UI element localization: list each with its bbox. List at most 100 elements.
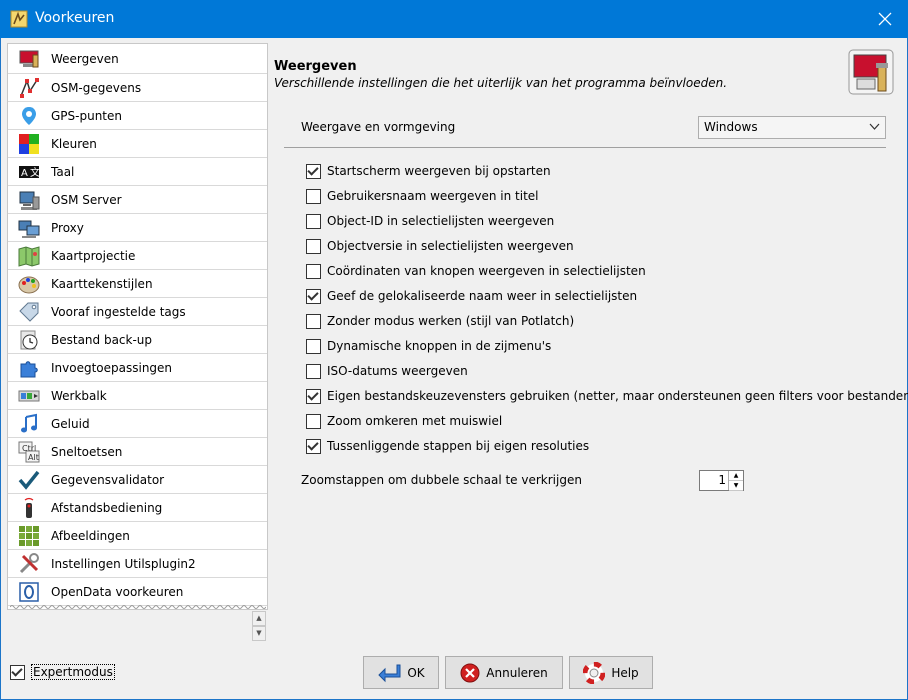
title-bar: Voorkeuren	[0, 0, 908, 38]
sidebar-item-kaarttekenstijlen[interactable]: Kaarttekenstijlen	[8, 270, 267, 298]
checkbox-zonder-modus[interactable]: Zonder modus werken (stijl van Potlatch)	[306, 311, 574, 331]
sidebar-item-label: Afbeeldingen	[51, 528, 130, 543]
remote-control-icon	[17, 496, 41, 520]
spinner-down-button[interactable]: ▼	[729, 481, 743, 491]
checkbox-gelokaliseerde-naam[interactable]: Geef de gelokaliseerde naam weer in sele…	[306, 286, 637, 306]
spinner-buttons: ▲ ▼	[728, 471, 743, 491]
sidebar-item-label: GPS-punten	[51, 108, 123, 123]
zoom-steps-label: Zoomstappen om dubbele schaal te verkrij…	[301, 473, 582, 487]
help-button[interactable]: Help	[569, 656, 653, 689]
checkbox-label: Zoom omkeren met muiswiel	[327, 414, 503, 428]
checkbox-startscherm[interactable]: Startscherm weergeven bij opstarten	[306, 161, 551, 181]
checkbox-iso-datums[interactable]: ISO-datums weergeven	[306, 361, 468, 381]
sidebar-item-opendata-voorkeuren[interactable]: OpenData voorkeuren	[8, 578, 267, 606]
look-and-feel-select[interactable]: Windows	[698, 116, 886, 139]
sidebar-item-label: OpenData voorkeuren	[51, 584, 184, 599]
expert-mode-checkbox[interactable]	[10, 664, 25, 680]
spinner-up-button[interactable]: ▲	[729, 471, 743, 481]
sidebar-item-label: Kleuren	[51, 136, 97, 151]
checkbox-box[interactable]	[306, 413, 321, 429]
sidebar-item-label: Afstandsbediening	[51, 500, 163, 515]
tools-icon	[17, 552, 41, 576]
help-label: Help	[611, 665, 639, 680]
preferences-sidebar: Weergeven OSM-gegevens GPS-punten Kleure…	[7, 43, 268, 610]
checkbox-zoom-omkeren[interactable]: Zoom omkeren met muiswiel	[306, 411, 502, 431]
proxy-icon	[17, 216, 41, 240]
sidebar-item-vooraf-ingestelde-tags[interactable]: Vooraf ingestelde tags	[8, 298, 267, 326]
ok-label: OK	[407, 665, 425, 680]
checkbox-label: Gebruikersnaam weergeven in titel	[327, 189, 539, 203]
expert-mode-toggle[interactable]: Expertmodus	[10, 664, 115, 680]
sidebar-item-gegevensvalidator[interactable]: Gegevensvalidator	[8, 466, 267, 494]
puzzle-icon	[17, 356, 41, 380]
checkbox-box[interactable]	[306, 313, 321, 329]
svg-text:Alt: Alt	[28, 453, 39, 462]
checkbox-label: Startscherm weergeven bij opstarten	[327, 164, 551, 178]
checkbox-box[interactable]	[306, 438, 321, 454]
checkbox-box[interactable]	[306, 338, 321, 354]
sidebar-item-label: Proxy	[51, 220, 84, 235]
checkbox-object-id[interactable]: Object-ID in selectielijsten weergeven	[306, 211, 554, 231]
checkbox-box[interactable]	[306, 388, 321, 404]
sidebar-item-sneltoetsen[interactable]: Ctrl Alt Sneltoetsen	[8, 438, 267, 466]
sidebar-item-gps-punten[interactable]: GPS-punten	[8, 102, 267, 130]
checkbox-tussenliggende-stappen[interactable]: Tussenliggende stappen bij eigen resolut…	[306, 436, 589, 456]
sidebar-item-afbeeldingen[interactable]: Afbeeldingen	[8, 522, 267, 550]
sidebar-item-taal[interactable]: A文 Taal	[8, 158, 267, 186]
expert-mode-label: Expertmodus	[31, 664, 115, 680]
checkbox-label: Object-ID in selectielijsten weergeven	[327, 214, 555, 228]
cancel-icon	[460, 663, 480, 683]
lifebuoy-icon	[583, 661, 606, 684]
checkbox-box[interactable]	[306, 213, 321, 229]
music-note-icon	[17, 412, 41, 436]
tag-icon	[17, 300, 41, 324]
sidebar-item-label: Sneltoetsen	[51, 444, 123, 459]
language-icon: A文	[17, 160, 41, 184]
scroll-down-button[interactable]: ▼	[252, 626, 266, 641]
sidebar-item-label: OSM Server	[51, 192, 122, 207]
keyboard-shortcut-icon: Ctrl Alt	[17, 440, 41, 464]
checkbox-box[interactable]	[306, 363, 321, 379]
scroll-up-button[interactable]: ▲	[252, 611, 266, 626]
cancel-label: Annuleren	[486, 665, 548, 680]
sidebar-item-werkbalk[interactable]: Werkbalk	[8, 382, 267, 410]
sidebar-item-kaartprojectie[interactable]: Kaartprojectie	[8, 242, 267, 270]
sidebar-item-afstandsbediening[interactable]: Afstandsbediening	[8, 494, 267, 522]
sidebar-item-instellingen-utilsplugin2[interactable]: Instellingen Utilsplugin2	[8, 550, 267, 578]
sidebar-item-label: Vooraf ingestelde tags	[51, 304, 186, 319]
sidebar-item-geluid[interactable]: Geluid	[8, 410, 267, 438]
checkbox-label: Dynamische knoppen in de zijmenu's	[327, 339, 552, 353]
preferences-content: Weergeven Verschillende instellingen die…	[268, 43, 908, 641]
sidebar-item-label: Geluid	[51, 416, 90, 431]
checkbox-objectversie[interactable]: Objectversie in selectielijsten weergeve…	[306, 236, 574, 256]
checkbox-eigen-bestandskeuze[interactable]: Eigen bestandskeuzevensters gebruiken (n…	[306, 386, 908, 406]
sidebar-item-bestand-back-up[interactable]: Bestand back-up	[8, 326, 267, 354]
checkbox-coordinaten[interactable]: Coördinaten van knopen weergeven in sele…	[306, 261, 646, 281]
close-button[interactable]	[862, 0, 908, 38]
josm-app-icon	[10, 10, 28, 28]
sidebar-item-osm-gegevens[interactable]: OSM-gegevens	[8, 74, 267, 102]
checkbox-box[interactable]	[306, 288, 321, 304]
cancel-button[interactable]: Annuleren	[445, 656, 563, 689]
sidebar-item-weergeven[interactable]: Weergeven	[8, 44, 267, 74]
sidebar-item-label: Instellingen Utilsplugin2	[51, 556, 196, 571]
checkbox-label: Tussenliggende stappen bij eigen resolut…	[327, 439, 590, 453]
close-icon	[878, 12, 892, 26]
sidebar-item-proxy[interactable]: Proxy	[8, 214, 267, 242]
checkbox-box[interactable]	[306, 263, 321, 279]
sidebar-item-kleuren[interactable]: Kleuren	[8, 130, 267, 158]
checkbox-box[interactable]	[306, 238, 321, 254]
checkbox-box[interactable]	[306, 188, 321, 204]
ok-button[interactable]: OK	[363, 656, 439, 689]
display-icon	[17, 47, 41, 71]
server-icon	[17, 188, 41, 212]
checkbox-gebruikersnaam[interactable]: Gebruikersnaam weergeven in titel	[306, 186, 539, 206]
sidebar-item-invoegtoepassingen[interactable]: Invoegtoepassingen	[8, 354, 267, 382]
zoom-steps-spinner[interactable]: 1 ▲ ▼	[699, 470, 744, 491]
checkbox-label: ISO-datums weergeven	[327, 364, 468, 378]
window-title: Voorkeuren	[35, 10, 115, 26]
enter-arrow-icon	[377, 663, 401, 683]
sidebar-item-osm-server[interactable]: OSM Server	[8, 186, 267, 214]
checkbox-dynamische-knoppen[interactable]: Dynamische knoppen in de zijmenu's	[306, 336, 551, 356]
checkbox-box[interactable]	[306, 163, 321, 179]
